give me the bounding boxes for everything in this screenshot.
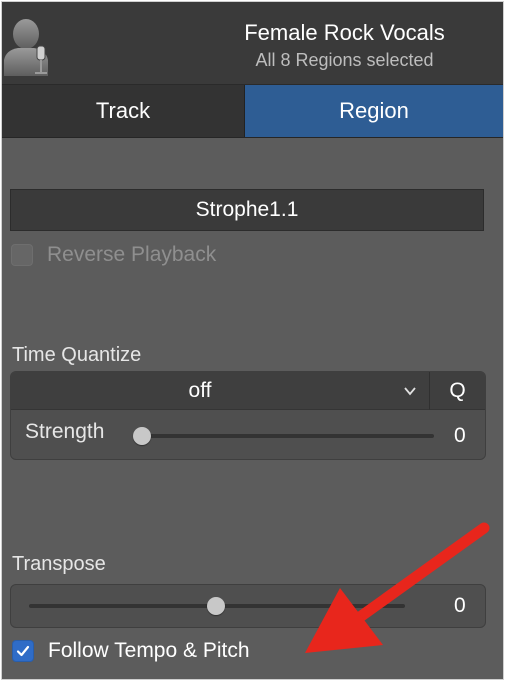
track-name: Female Rock Vocals xyxy=(244,20,445,45)
tab-region[interactable]: Region xyxy=(245,85,503,137)
transpose-slider-knob[interactable] xyxy=(207,597,225,615)
chevron-down-icon xyxy=(404,387,416,396)
strength-label: Strength xyxy=(25,420,105,443)
selection-status: All 8 Regions selected xyxy=(255,50,434,70)
transpose-group: 0 xyxy=(10,584,486,628)
transpose-label: Transpose xyxy=(12,553,106,575)
follow-tempo-label: Follow Tempo & Pitch xyxy=(48,639,250,662)
quantize-q-button[interactable]: Q xyxy=(430,372,485,410)
reverse-playback-label: Reverse Playback xyxy=(47,243,217,266)
region-inspector: Female Rock Vocals All 8 Regions selecte… xyxy=(1,1,504,680)
reverse-playback-row: Reverse Playback xyxy=(11,243,216,267)
tab-track[interactable]: Track xyxy=(2,85,245,137)
inspector-tabs: Track Region xyxy=(2,85,503,138)
inspector-header: Female Rock Vocals All 8 Regions selecte… xyxy=(2,2,503,85)
strength-slider-knob[interactable] xyxy=(133,427,151,445)
region-name-field[interactable]: Strophe1.1 xyxy=(10,189,484,231)
time-quantize-label: Time Quantize xyxy=(12,344,142,366)
time-quantize-group: off Q Strength 0 xyxy=(10,371,486,460)
reverse-playback-checkbox[interactable] xyxy=(11,244,33,266)
strength-value: 0 xyxy=(454,424,466,447)
follow-tempo-checkbox[interactable] xyxy=(12,640,34,662)
strength-slider-track[interactable] xyxy=(138,434,434,438)
transpose-value: 0 xyxy=(454,594,466,617)
time-quantize-select[interactable]: off xyxy=(11,372,430,410)
checkmark-icon xyxy=(16,645,30,657)
singer-microphone-icon xyxy=(4,19,48,76)
follow-tempo-row: Follow Tempo & Pitch xyxy=(12,639,250,663)
